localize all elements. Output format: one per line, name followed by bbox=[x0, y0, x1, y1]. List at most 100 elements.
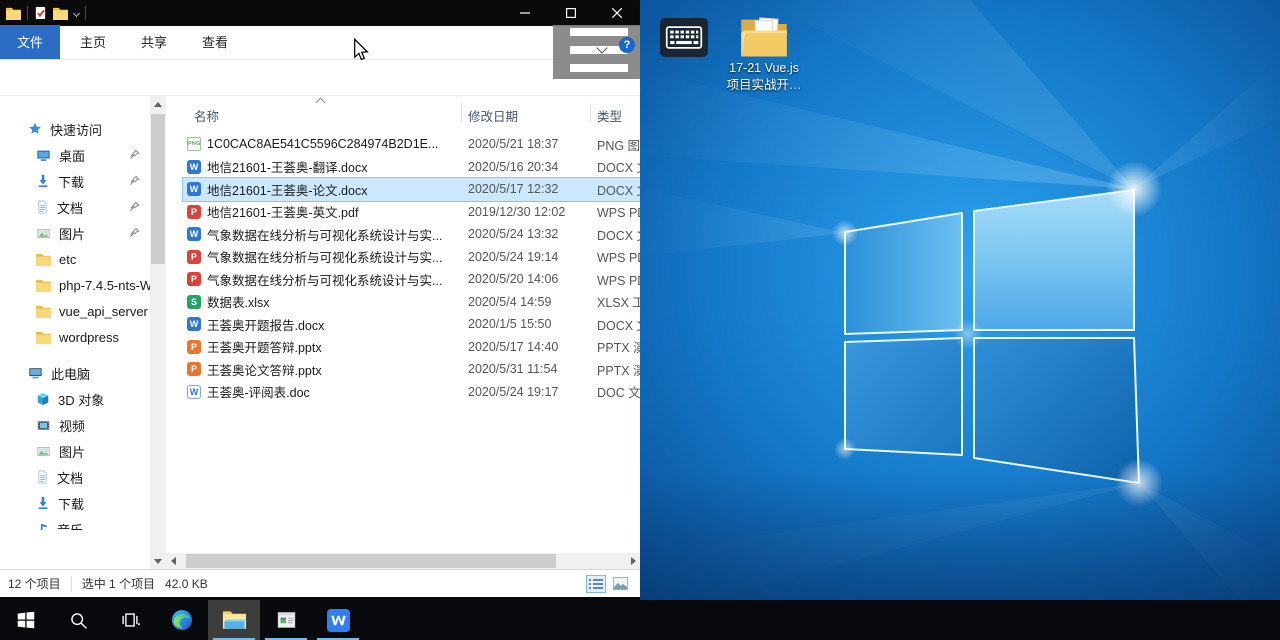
table-row[interactable]: P气象数据在线分析与可视化系统设计与实...2020/5/20 14:06WPS… bbox=[183, 268, 640, 291]
app-window-icon bbox=[275, 609, 298, 631]
tab-view[interactable]: 查看 bbox=[187, 25, 243, 59]
column-headers: 名称 修改日期 类型 bbox=[166, 98, 640, 126]
minimize-button[interactable] bbox=[502, 0, 548, 26]
scroll-left-button[interactable] bbox=[166, 553, 180, 569]
sidebar-item[interactable]: php-7.4.5-nts-W bbox=[0, 272, 150, 298]
file-name: 王荟奥论文答辩.pptx bbox=[207, 360, 462, 379]
table-row[interactable]: W地信21601-王荟奥-论文.docx2020/5/17 12:32DOCX … bbox=[183, 178, 640, 201]
file-type: PNG 图片 bbox=[597, 135, 640, 154]
sort-ascending-icon[interactable] bbox=[316, 98, 326, 108]
sidebar-item[interactable]: 桌面 bbox=[0, 142, 150, 168]
file-type: DOCX 文档 bbox=[597, 315, 640, 334]
column-name[interactable]: 名称 bbox=[194, 106, 219, 125]
file-name: 气象数据在线分析与可视化系统设计与实... bbox=[207, 225, 462, 244]
taskbar-search-button[interactable] bbox=[52, 600, 104, 640]
sidebar-item-label: wordpress bbox=[59, 330, 119, 345]
table-row[interactable]: W王荟奥-评阅表.doc2020/5/24 19:17DOC 文档 bbox=[183, 381, 640, 404]
sidebar-section-this-pc[interactable]: 此电脑 bbox=[0, 360, 150, 386]
taskbar-start-button[interactable] bbox=[0, 600, 52, 640]
sidebar-item[interactable]: vue_api_server bbox=[0, 298, 150, 324]
sidebar-item-label: vue_api_server bbox=[59, 304, 148, 319]
new-folder-icon[interactable] bbox=[53, 7, 68, 20]
table-row[interactable]: S数据表.xlsx2020/5/4 14:59XLSX 工作表 bbox=[183, 291, 640, 314]
overlay-bar3 bbox=[570, 64, 628, 72]
table-row[interactable]: PNG1C0CAC8AE541C5596C284974B2D1E...2020/… bbox=[183, 133, 640, 156]
tab-file[interactable]: 文件 bbox=[0, 25, 60, 59]
sidebar-item-label: 图片 bbox=[59, 224, 85, 243]
table-row[interactable]: P王荟奥论文答辩.pptx2020/5/31 11:54PPTX 演示文稿 bbox=[183, 358, 640, 381]
sidebar-item[interactable]: 3D 对象 bbox=[0, 386, 150, 412]
mouse-cursor bbox=[353, 38, 369, 62]
file-date-modified: 2020/5/31 11:54 bbox=[468, 362, 557, 376]
pptx-file-icon: P bbox=[187, 340, 201, 354]
details-view-icon bbox=[589, 578, 603, 590]
large-icons-view-icon bbox=[613, 577, 628, 590]
column-separator2[interactable] bbox=[590, 103, 591, 122]
scroll-right-button[interactable] bbox=[626, 553, 640, 569]
sidebar-item[interactable]: wordpress bbox=[0, 324, 150, 350]
taskbar-wps-office-button[interactable] bbox=[312, 600, 364, 640]
column-separator[interactable] bbox=[461, 103, 462, 122]
pin-icon bbox=[129, 227, 140, 238]
video-icon bbox=[36, 419, 51, 432]
column-type[interactable]: 类型 bbox=[597, 106, 622, 125]
table-row[interactable]: W地信21601-王荟奥-翻译.docx2020/5/16 20:34DOCX … bbox=[183, 156, 640, 179]
sidebar-item[interactable]: 文档 bbox=[0, 464, 150, 490]
sidebar-scroll-thumb[interactable] bbox=[151, 114, 165, 264]
table-row[interactable]: W气象数据在线分析与可视化系统设计与实...2020/5/24 13:32DOC… bbox=[183, 223, 640, 246]
scroll-down-button[interactable] bbox=[150, 553, 166, 569]
sidebar-item[interactable]: 下载 bbox=[0, 168, 150, 194]
pdf-file-icon: P bbox=[187, 205, 201, 219]
sidebar-item[interactable]: 视频 bbox=[0, 412, 150, 438]
details-view-button[interactable] bbox=[586, 575, 606, 593]
table-row[interactable]: P王荟奥开题答辩.pptx2020/5/17 14:40PPTX 演示文稿 bbox=[183, 336, 640, 359]
title-bar[interactable] bbox=[0, 0, 640, 26]
table-row[interactable]: P气象数据在线分析与可视化系统设计与实...2020/5/24 19:14WPS… bbox=[183, 246, 640, 269]
customize-qat-chevron-icon[interactable] bbox=[73, 9, 80, 16]
sidebar-item-label: php-7.4.5-nts-W bbox=[59, 278, 150, 293]
document-icon bbox=[36, 470, 49, 484]
sidebar-item[interactable]: 图片 bbox=[0, 220, 150, 246]
sidebar-item-label: 下载 bbox=[58, 172, 84, 191]
column-date-modified[interactable]: 修改日期 bbox=[468, 106, 518, 125]
close-button[interactable] bbox=[594, 0, 640, 26]
sidebar-item[interactable]: 下载 bbox=[0, 490, 150, 516]
qat-separator bbox=[27, 6, 28, 20]
keyboard-icon bbox=[665, 24, 703, 51]
taskbar-task-view-button[interactable] bbox=[104, 600, 156, 640]
sidebar-scrollbar[interactable] bbox=[150, 96, 166, 569]
qat-separator2 bbox=[85, 6, 86, 20]
table-row[interactable]: W王荟奥开题报告.docx2020/1/5 15:50DOCX 文档 bbox=[183, 313, 640, 336]
taskbar-edge-button[interactable] bbox=[156, 600, 208, 640]
docx-file-icon: W bbox=[187, 317, 201, 331]
sidebar-item[interactable]: 文档 bbox=[0, 194, 150, 220]
overlay-bar bbox=[570, 28, 628, 36]
maximize-button[interactable] bbox=[548, 0, 594, 26]
desktop-folder-vuejs[interactable]: 17-21 Vue.js 项目实战开… bbox=[716, 14, 812, 94]
horizontal-scroll-thumb[interactable] bbox=[186, 554, 556, 568]
file-date-modified: 2019/12/30 12:02 bbox=[468, 205, 565, 219]
sidebar-item[interactable]: 音乐 bbox=[0, 516, 150, 530]
taskbar-file-explorer-button[interactable] bbox=[208, 600, 260, 640]
table-row[interactable]: P地信21601-王荟奥-英文.pdf2019/12/30 12:02WPS P… bbox=[183, 201, 640, 224]
file-explorer-window: 文件 主页 共享 查看 ← → ↑ « 下载 › 报告 ↻ 搜索"报告" 快速访… bbox=[0, 0, 640, 600]
taskbar-app-window-button[interactable] bbox=[260, 600, 312, 640]
file-date-modified: 2020/5/24 19:17 bbox=[468, 385, 558, 399]
sidebar-item[interactable]: 图片 bbox=[0, 438, 150, 464]
sidebar-item[interactable]: etc bbox=[0, 246, 150, 272]
touch-keyboard-button[interactable] bbox=[660, 18, 708, 57]
tab-home[interactable]: 主页 bbox=[65, 25, 121, 59]
music-icon bbox=[36, 522, 49, 530]
scroll-up-button[interactable] bbox=[150, 96, 166, 112]
file-name: 地信21601-王荟奥-论文.docx bbox=[207, 180, 462, 199]
tab-share[interactable]: 共享 bbox=[126, 25, 182, 59]
properties-icon[interactable] bbox=[34, 6, 47, 20]
file-name: 王荟奥-评阅表.doc bbox=[207, 382, 462, 401]
sidebar-section-quick-access[interactable]: 快速访问 bbox=[0, 116, 150, 142]
help-button[interactable]: ? bbox=[619, 37, 635, 53]
file-type: DOCX 文档 bbox=[597, 225, 640, 244]
large-icons-view-button[interactable] bbox=[610, 575, 630, 593]
file-type: DOCX 文档 bbox=[597, 180, 640, 199]
horizontal-scrollbar[interactable] bbox=[166, 553, 640, 569]
status-divider bbox=[71, 576, 72, 592]
